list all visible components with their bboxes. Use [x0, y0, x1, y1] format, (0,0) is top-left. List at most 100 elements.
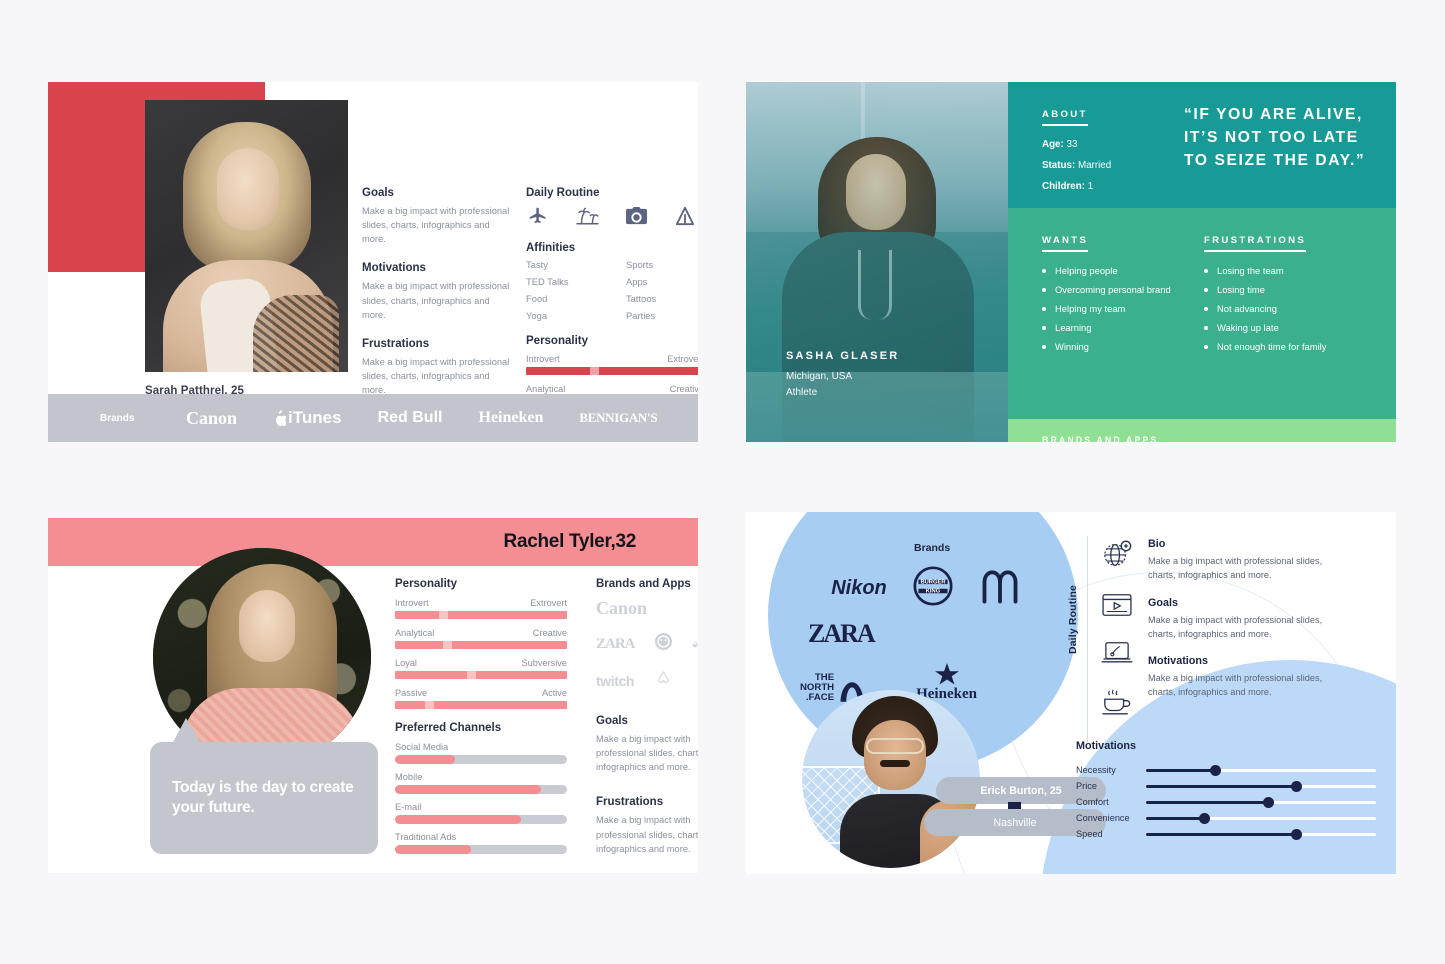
persona-card-sasha: SASHA GLASER Michigan, USA Athlete ABOUT…	[746, 82, 1396, 442]
daily-routine-icon-row	[527, 206, 698, 226]
affinities-grid: Tasty Sports TED Talks Apps Food Tattoos Yoga P…	[526, 259, 698, 321]
persona-quote: “IF YOU ARE ALIVE, IT’S NOT TOO LATE TO …	[1184, 106, 1366, 170]
motivation-track	[395, 755, 567, 764]
section-bio: Bio Make a big impact with professional …	[1148, 538, 1326, 583]
personality-knob[interactable]	[589, 367, 599, 375]
personality-track[interactable]	[395, 671, 567, 679]
personality-left-label: Introvert	[395, 598, 429, 608]
personality-track[interactable]	[395, 641, 567, 649]
section-body: Make a big impact with professional slid…	[1148, 614, 1323, 639]
motivation-track[interactable]	[1146, 764, 1376, 776]
recycle-icon	[691, 633, 698, 655]
motivation-label: Social Media	[395, 742, 449, 752]
affinity-item: Parties	[626, 310, 656, 321]
motivation-slider[interactable]: Speed	[1076, 826, 1376, 842]
section-title: Goals	[1148, 596, 1179, 609]
motivation-knob[interactable]	[1290, 780, 1302, 792]
personality-labels: Passive Active	[395, 688, 567, 698]
motivation-track[interactable]	[1146, 780, 1376, 792]
motivation-label: Comfort	[1076, 797, 1109, 807]
motivation-slider[interactable]: Convenience	[1076, 810, 1376, 826]
persona-name: Erick Burton, 25	[980, 784, 1062, 797]
motivation-label: E-mail	[395, 802, 422, 812]
personality-knob[interactable]	[425, 701, 435, 709]
channels-title: Preferred Channels	[395, 722, 502, 734]
card4-text-column: Bio Make a big impact with professional …	[1148, 538, 1326, 714]
page-title: Rachel Tyler,32	[503, 531, 637, 552]
list-item: Helping my team	[1042, 303, 1202, 314]
section-body: Make a big impact with professional slid…	[362, 206, 510, 245]
section-frustrations: Frustrations Make a big impact with prof…	[596, 796, 698, 855]
about-facts: Age: 33 Status: Married Children: 1	[1042, 139, 1172, 192]
personality-track[interactable]	[395, 701, 567, 709]
motivation-track[interactable]	[1146, 812, 1376, 824]
globe-icon	[1101, 538, 1133, 570]
personality-right-label: Creative	[669, 384, 698, 394]
motivation-label: Price	[1076, 781, 1097, 791]
personality-knob[interactable]	[442, 641, 452, 649]
motivation-label: Necessity	[1076, 765, 1116, 775]
wants-frustrations-panel: WANTS Helping people Overcoming personal …	[1008, 208, 1396, 419]
personality-labels: Analytical Creative	[526, 384, 698, 394]
motivation-slider[interactable]: Necessity	[1076, 762, 1376, 778]
brands-apps-title: Brands and Apps	[596, 578, 691, 590]
frustrations-title: FRUSTRATIONS	[1204, 235, 1307, 252]
section-goals: Goals Make a big impact with professiona…	[1148, 597, 1326, 642]
brand-logo-bennigans: BENNIGAN'S	[579, 410, 658, 425]
coffee-cup-icon	[1101, 688, 1133, 718]
personality-right-label: Active	[541, 688, 567, 698]
motivation-slider-list: Necessity Price Comfort Convenience Spee…	[1076, 762, 1376, 842]
section-goals: Goals Make a big impact with professiona…	[596, 715, 698, 774]
about-fact: Status: Married	[1042, 160, 1112, 171]
personality-left-label: Introvert	[526, 354, 560, 364]
personality-knob[interactable]	[439, 611, 449, 619]
svg-text:BURGER: BURGER	[920, 580, 946, 586]
brand-logo-canon: Canon	[186, 407, 238, 428]
section-frustrations: Frustrations Make a big impact with prof…	[362, 338, 512, 397]
section-title: Goals	[362, 187, 394, 199]
brand-logo-grid: Nikon BURGER KING ZARA THE NORTH .FACE He	[776, 566, 1076, 703]
personality-slider: Passive Active	[395, 688, 567, 709]
personality-left-label: Analytical	[526, 384, 566, 394]
apple-icon	[276, 410, 287, 426]
brand-logo-row: Canon iTunes Red Bull Heineken BENNIGAN'…	[186, 408, 698, 429]
motivation-knob[interactable]	[1210, 764, 1221, 776]
motivation-track	[395, 815, 567, 824]
channel-bar-list: Social Media Mobile E-mail Traditional A…	[395, 742, 567, 854]
brand-logo-grid: Canon ZARA twitch	[596, 598, 698, 693]
brands-apps-title: BRANDS AND APPS	[1042, 435, 1158, 442]
brand-logo-canon: Canon	[596, 598, 648, 618]
motivation-knob[interactable]	[1198, 812, 1210, 824]
affinity-item: TED Talks	[526, 276, 569, 287]
daily-routine-title: Daily Routine	[526, 187, 600, 199]
motivation-label: Traditional Ads	[395, 832, 457, 842]
personality-slider: Loyal Subversive	[395, 658, 567, 679]
wants-list: Helping people Overcoming personal brand H…	[1042, 265, 1202, 352]
camera-icon	[625, 206, 648, 226]
motivation-bar: Social Media	[395, 742, 567, 764]
personality-knob[interactable]	[466, 671, 476, 679]
persona-name: SASHA GLASER	[786, 350, 900, 362]
motivation-slider[interactable]: Comfort	[1076, 794, 1376, 810]
list-item: Losing time	[1204, 284, 1379, 295]
motivation-knob[interactable]	[1290, 828, 1302, 840]
motivation-knob[interactable]	[1262, 796, 1274, 808]
brand-logo-airbnb	[654, 669, 673, 693]
brand-logo-starbucks	[654, 633, 672, 655]
personality-track[interactable]	[395, 611, 567, 619]
personality-right-label: Extrovert	[667, 354, 698, 364]
persona-identity: SASHA GLASER Michigan, USA Athlete	[786, 350, 899, 400]
personality-track[interactable]	[526, 367, 698, 375]
persona-card-erick: Brands Nikon BURGER KING ZARA THE NORTH .FA…	[746, 512, 1396, 874]
section-goals: Goals Make a big impact with professiona…	[362, 187, 512, 246]
motivations-panel: Motivations Necessity Price Comfort Conv…	[1076, 740, 1376, 842]
motivation-track	[395, 785, 567, 794]
brand-logo-itunes-text: iTunes	[288, 408, 342, 427]
about-panel: ABOUT Age: 33 Status: Married Children: 1 …	[1008, 82, 1396, 208]
motivation-track[interactable]	[1146, 796, 1376, 808]
affinity-item: Food	[526, 293, 548, 304]
section-body: Make a big impact with professional slid…	[1148, 673, 1323, 698]
motivation-slider[interactable]: Price	[1076, 778, 1376, 794]
motivation-track[interactable]	[1146, 828, 1376, 840]
divider-line	[1087, 536, 1088, 742]
